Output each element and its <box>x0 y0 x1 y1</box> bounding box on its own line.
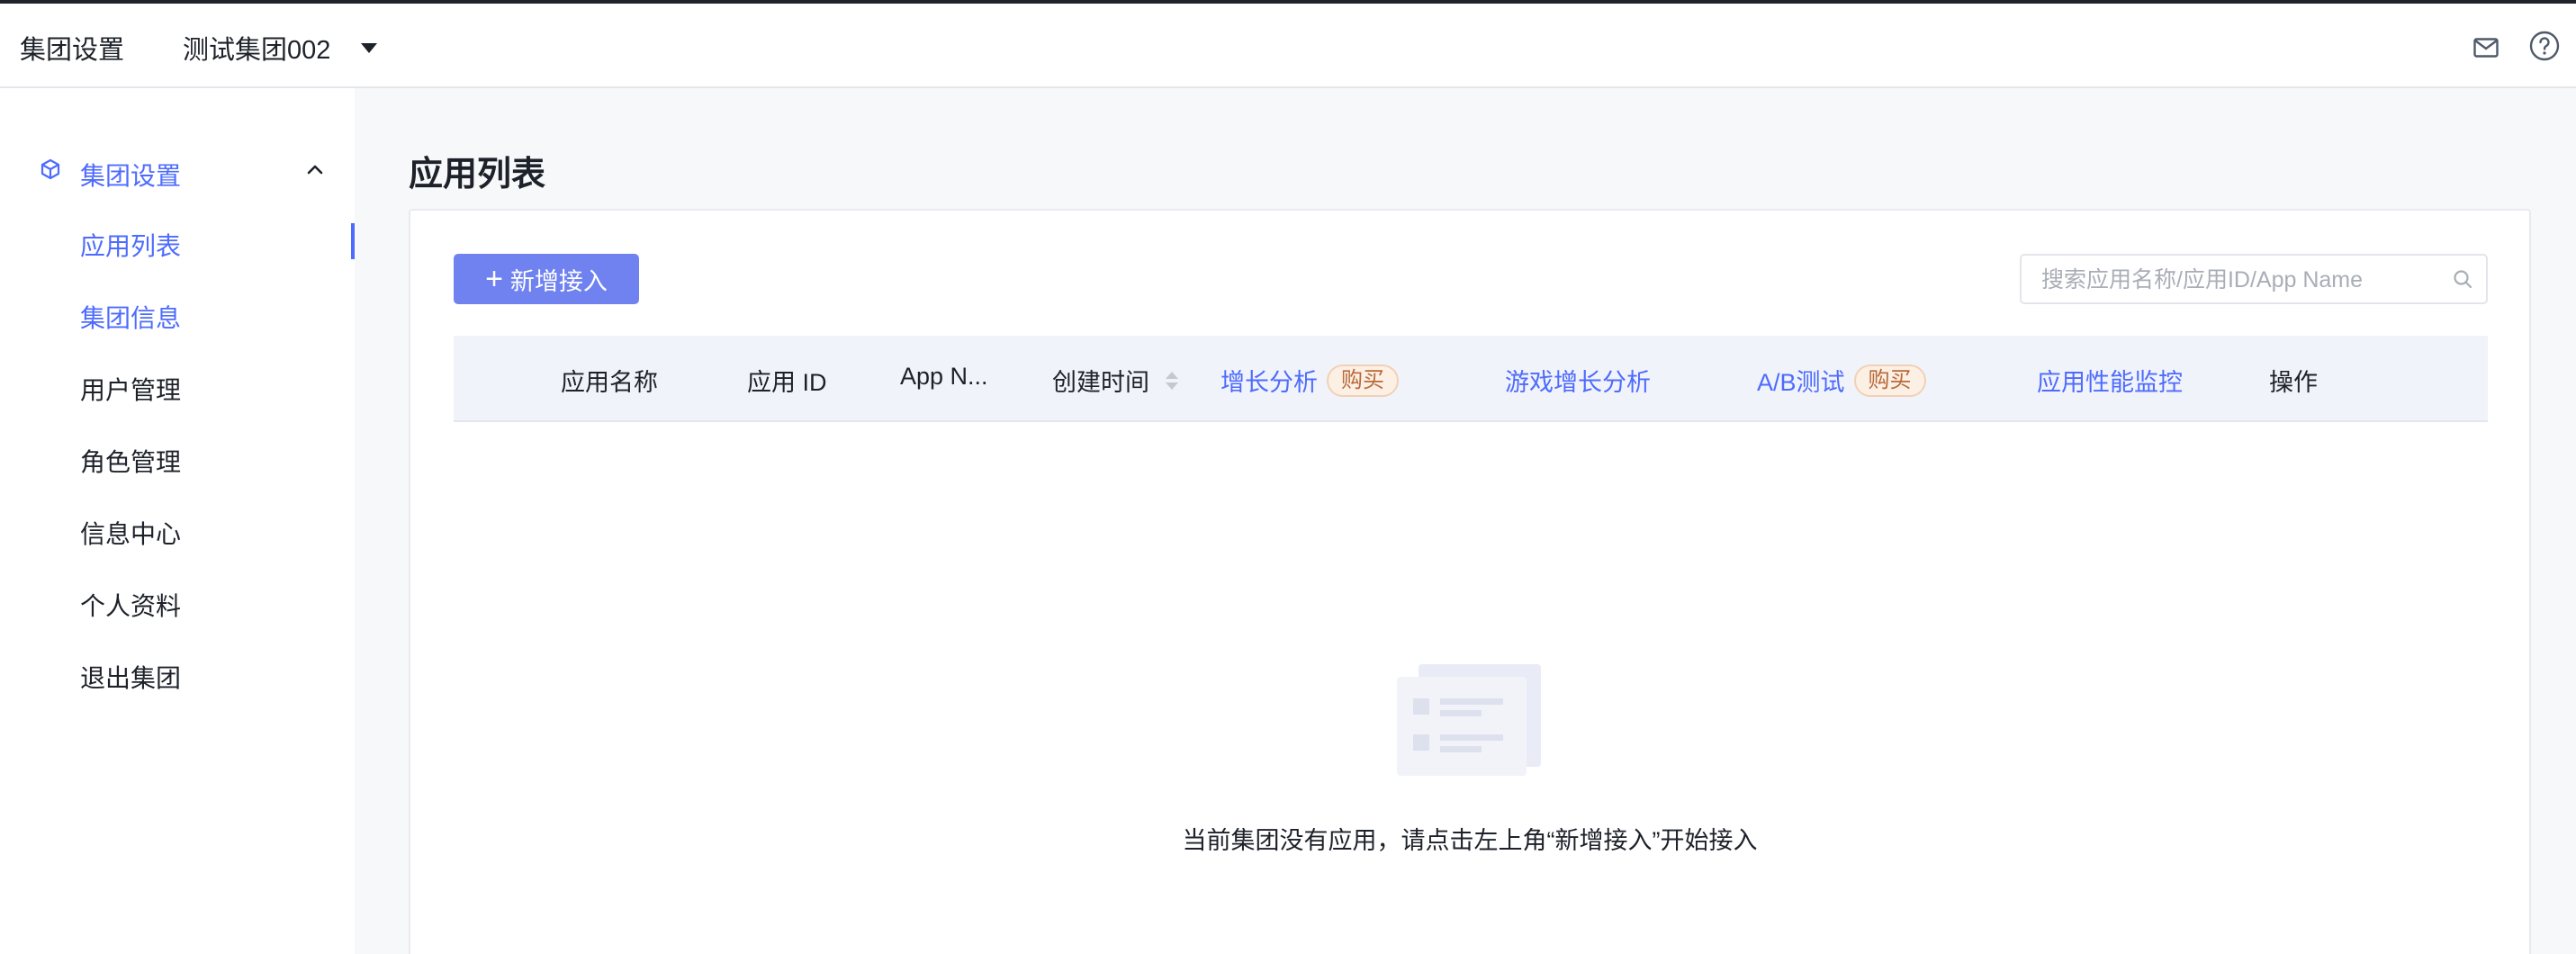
empty-state-message: 当前集团没有应用，请点击左上角“新增接入”开始接入 <box>1182 827 1758 854</box>
sidebar-item-label: 退出集团 <box>80 664 182 692</box>
top-header: 集团设置 测试集团002 <box>0 4 2576 88</box>
column-label: 操作 <box>2269 369 2318 396</box>
empty-state-illustration <box>1397 664 1541 776</box>
column-label: 应用性能监控 <box>2037 369 2183 396</box>
buy-badge[interactable]: 购买 <box>1327 364 1399 397</box>
sidebar-item-group-info[interactable]: 集团信息 <box>0 286 355 340</box>
sidebar-item-label: 个人资料 <box>80 592 182 620</box>
column-header-app-name: 应用名称 <box>561 363 658 398</box>
group-selector[interactable]: 测试集团002 <box>183 29 378 67</box>
search-input[interactable] <box>2041 265 2437 295</box>
sidebar-item-message-center[interactable]: 信息中心 <box>0 502 355 556</box>
column-header-actions: 操作 <box>2269 363 2318 398</box>
column-label: 增长分析 <box>1220 369 1318 396</box>
mail-icon[interactable] <box>2473 38 2499 58</box>
column-header-game-growth-analysis[interactable]: 游戏增长分析 <box>1505 363 1651 398</box>
page-title: 应用列表 <box>409 156 546 194</box>
column-header-app-id: 应用 ID <box>747 363 827 398</box>
chevron-up-icon <box>307 165 323 175</box>
sidebar-group-label: 集团设置 <box>80 162 182 190</box>
sidebar-item-label: 集团信息 <box>80 304 182 332</box>
column-header-app-name-en: App N... <box>900 363 988 391</box>
sidebar-item-label: 角色管理 <box>80 448 182 476</box>
sidebar-item-exit-group[interactable]: 退出集团 <box>0 646 355 700</box>
cube-icon <box>41 158 60 180</box>
sidebar-item-label: 信息中心 <box>80 520 182 548</box>
column-label: 应用 ID <box>747 369 827 396</box>
column-header-apm[interactable]: 应用性能监控 <box>2037 363 2183 398</box>
sidebar-item-profile[interactable]: 个人资料 <box>0 574 355 628</box>
column-label: App N... <box>900 363 988 390</box>
sidebar-item-label: 用户管理 <box>80 376 182 404</box>
sidebar-item-app-list[interactable]: 应用列表 <box>0 214 355 268</box>
group-name: 测试集团002 <box>183 36 331 65</box>
column-label: 创建时间 <box>1052 369 1149 396</box>
column-header-created-time[interactable]: 创建时间 <box>1052 363 1178 398</box>
header-title: 集团设置 <box>20 36 125 65</box>
search-icon[interactable] <box>2452 268 2473 290</box>
search-box[interactable] <box>2020 254 2488 304</box>
plus-icon: + <box>485 262 503 296</box>
column-label: A/B测试 <box>1757 369 1845 396</box>
sort-icon[interactable] <box>1166 371 1178 390</box>
column-label: 游戏增长分析 <box>1505 369 1651 396</box>
sidebar-item-user-management[interactable]: 用户管理 <box>0 358 355 412</box>
help-icon[interactable] <box>2529 31 2560 61</box>
column-label: 应用名称 <box>561 369 658 396</box>
sidebar-group-settings[interactable]: 集团设置 <box>0 142 355 198</box>
add-access-label: 新增接入 <box>509 267 608 295</box>
column-header-growth-analysis[interactable]: 增长分析 购买 <box>1220 363 1399 398</box>
caret-down-icon <box>361 42 378 53</box>
sidebar-item-label: 应用列表 <box>80 232 182 260</box>
sidebar-item-role-management[interactable]: 角色管理 <box>0 430 355 484</box>
add-access-button[interactable]: + 新增接入 <box>454 254 639 304</box>
table-header: 应用名称 应用 ID App N... 创建时间 增长分析 购买 游戏增长分析 … <box>454 336 2488 422</box>
column-header-ab-test[interactable]: A/B测试 购买 <box>1757 363 1926 398</box>
buy-badge[interactable]: 购买 <box>1853 364 1926 397</box>
